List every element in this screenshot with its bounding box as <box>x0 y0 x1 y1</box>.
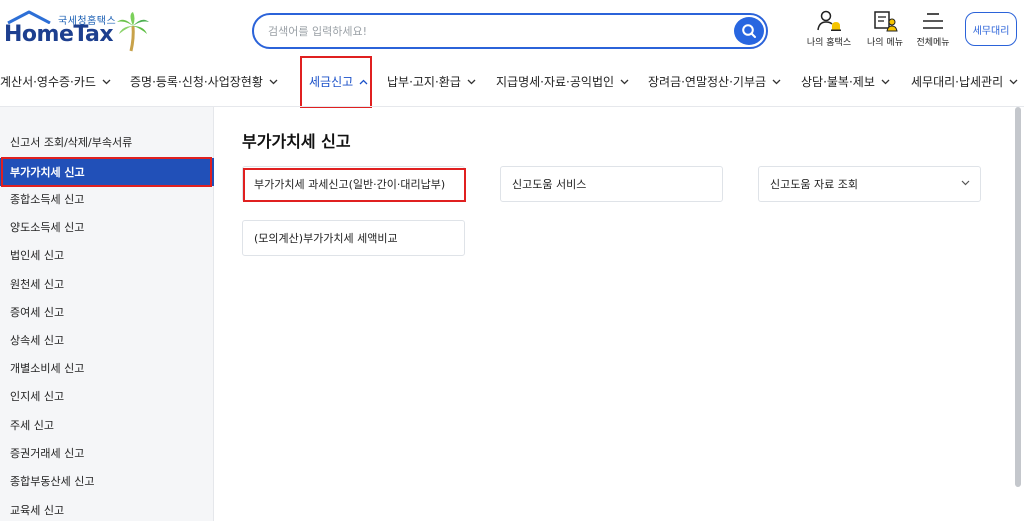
chevron-down-icon <box>961 180 970 186</box>
chevron-down-icon <box>1009 79 1018 84</box>
hamburger-icon <box>923 13 943 29</box>
card-highlight-box <box>243 168 466 202</box>
sidebar-item-capital-gains[interactable]: 양도소득세 신고 <box>0 213 214 241</box>
global-nav: 계산서·영수증·카드 증명·등록·신청·사업장현황 세금신고 납부·고지·환급 … <box>0 60 1024 104</box>
sidebar-item-returns-lookup[interactable]: 신고서 조회/삭제/부속서류 <box>0 128 214 156</box>
filing-data-card[interactable]: 신고도움 자료 조회 <box>758 166 981 202</box>
gnb-item-label: 상담·불복·제보 <box>801 75 875 89</box>
sidebar-highlight-box <box>1 157 212 187</box>
gnb-item-label: 세무대리·납세관리 <box>911 75 1004 89</box>
chevron-down-icon <box>467 79 476 84</box>
filing-help-card[interactable]: 신고도움 서비스 <box>500 166 723 202</box>
sidebar-item-consumption[interactable]: 개별소비세 신고 <box>0 354 214 382</box>
scroll-thumb[interactable] <box>1015 107 1021 487</box>
sidebar-item-withholding[interactable]: 원천세 신고 <box>0 270 214 298</box>
sidebar-item-stamp-tax[interactable]: 인지세 신고 <box>0 382 214 410</box>
header: 국세청홈택스 HomeTax 나의 홈택스 <box>0 0 1024 60</box>
sidebar-item-education-tax[interactable]: 교육세 신고 <box>0 496 214 521</box>
scrollbar[interactable] <box>1014 107 1022 521</box>
user-bell-icon <box>817 10 841 31</box>
gnb-item-statements[interactable]: 지급명세·자료·공익법인 <box>496 73 629 90</box>
hometax-logo[interactable]: 국세청홈택스 HomeTax <box>4 10 154 52</box>
mock-calculation-card[interactable]: (모의계산)부가가치세 세액비교 <box>242 220 465 256</box>
my-hometax-label: 나의 홈택스 <box>806 38 852 48</box>
gnb-highlight-box <box>300 56 372 108</box>
search-input[interactable] <box>268 15 728 47</box>
gnb-item-incentives[interactable]: 장려금·연말정산·기부금 <box>648 73 781 90</box>
sidebar-item-liquor-tax[interactable]: 주세 신고 <box>0 411 214 439</box>
chevron-down-icon <box>620 79 629 84</box>
gnb-item-consulting[interactable]: 상담·불복·제보 <box>801 73 890 90</box>
gnb-item-certificates[interactable]: 증명·등록·신청·사업장현황 <box>130 73 278 90</box>
palm-tree-icon <box>117 12 149 52</box>
search-icon <box>742 24 756 38</box>
my-hometax-link[interactable]: 나의 홈택스 <box>804 10 854 52</box>
my-menu-label: 나의 메뉴 <box>867 38 903 48</box>
chevron-down-icon <box>269 79 278 84</box>
all-menu-label: 전체메뉴 <box>916 38 950 48</box>
tax-agent-button[interactable]: 세무대리 <box>965 12 1017 46</box>
chevron-down-icon <box>102 79 111 84</box>
gnb-item-label: 증명·등록·신청·사업장현황 <box>130 75 263 89</box>
sidebar-item-gift-tax[interactable]: 증여세 신고 <box>0 298 214 326</box>
gnb-item-receipts[interactable]: 계산서·영수증·카드 <box>0 73 111 90</box>
page-title: 부가가치세 신고 <box>242 132 351 151</box>
sidebar-item-inheritance[interactable]: 상속세 신고 <box>0 326 214 354</box>
gnb-item-payment[interactable]: 납부·고지·환급 <box>387 73 476 90</box>
sidebar-item-securities[interactable]: 증권거래세 신고 <box>0 439 214 467</box>
gnb-item-label: 지급명세·자료·공익법인 <box>496 75 615 89</box>
chevron-down-icon <box>881 79 890 84</box>
my-menu-link[interactable]: 나의 메뉴 <box>860 10 910 52</box>
sidebar-item-real-estate[interactable]: 종합부동산세 신고 <box>0 467 214 495</box>
filing-data-label: 신고도움 자료 조회 <box>770 178 858 191</box>
gnb-item-label: 납부·고지·환급 <box>387 75 461 89</box>
gnb-item-label: 계산서·영수증·카드 <box>0 75 96 89</box>
sidebar-item-income-tax[interactable]: 종합소득세 신고 <box>0 185 214 213</box>
all-menu-link[interactable]: 전체메뉴 <box>908 10 958 52</box>
search-bar <box>252 13 768 49</box>
gnb-item-agent[interactable]: 세무대리·납세관리 <box>911 73 1018 90</box>
sidebar-item-corporate-tax[interactable]: 법인세 신고 <box>0 241 214 269</box>
search-button[interactable] <box>734 17 764 45</box>
chevron-down-icon <box>772 79 781 84</box>
my-menu-icon <box>874 11 898 32</box>
logo-title: HomeTax <box>4 22 114 47</box>
gnb-item-label: 장려금·연말정산·기부금 <box>648 75 767 89</box>
